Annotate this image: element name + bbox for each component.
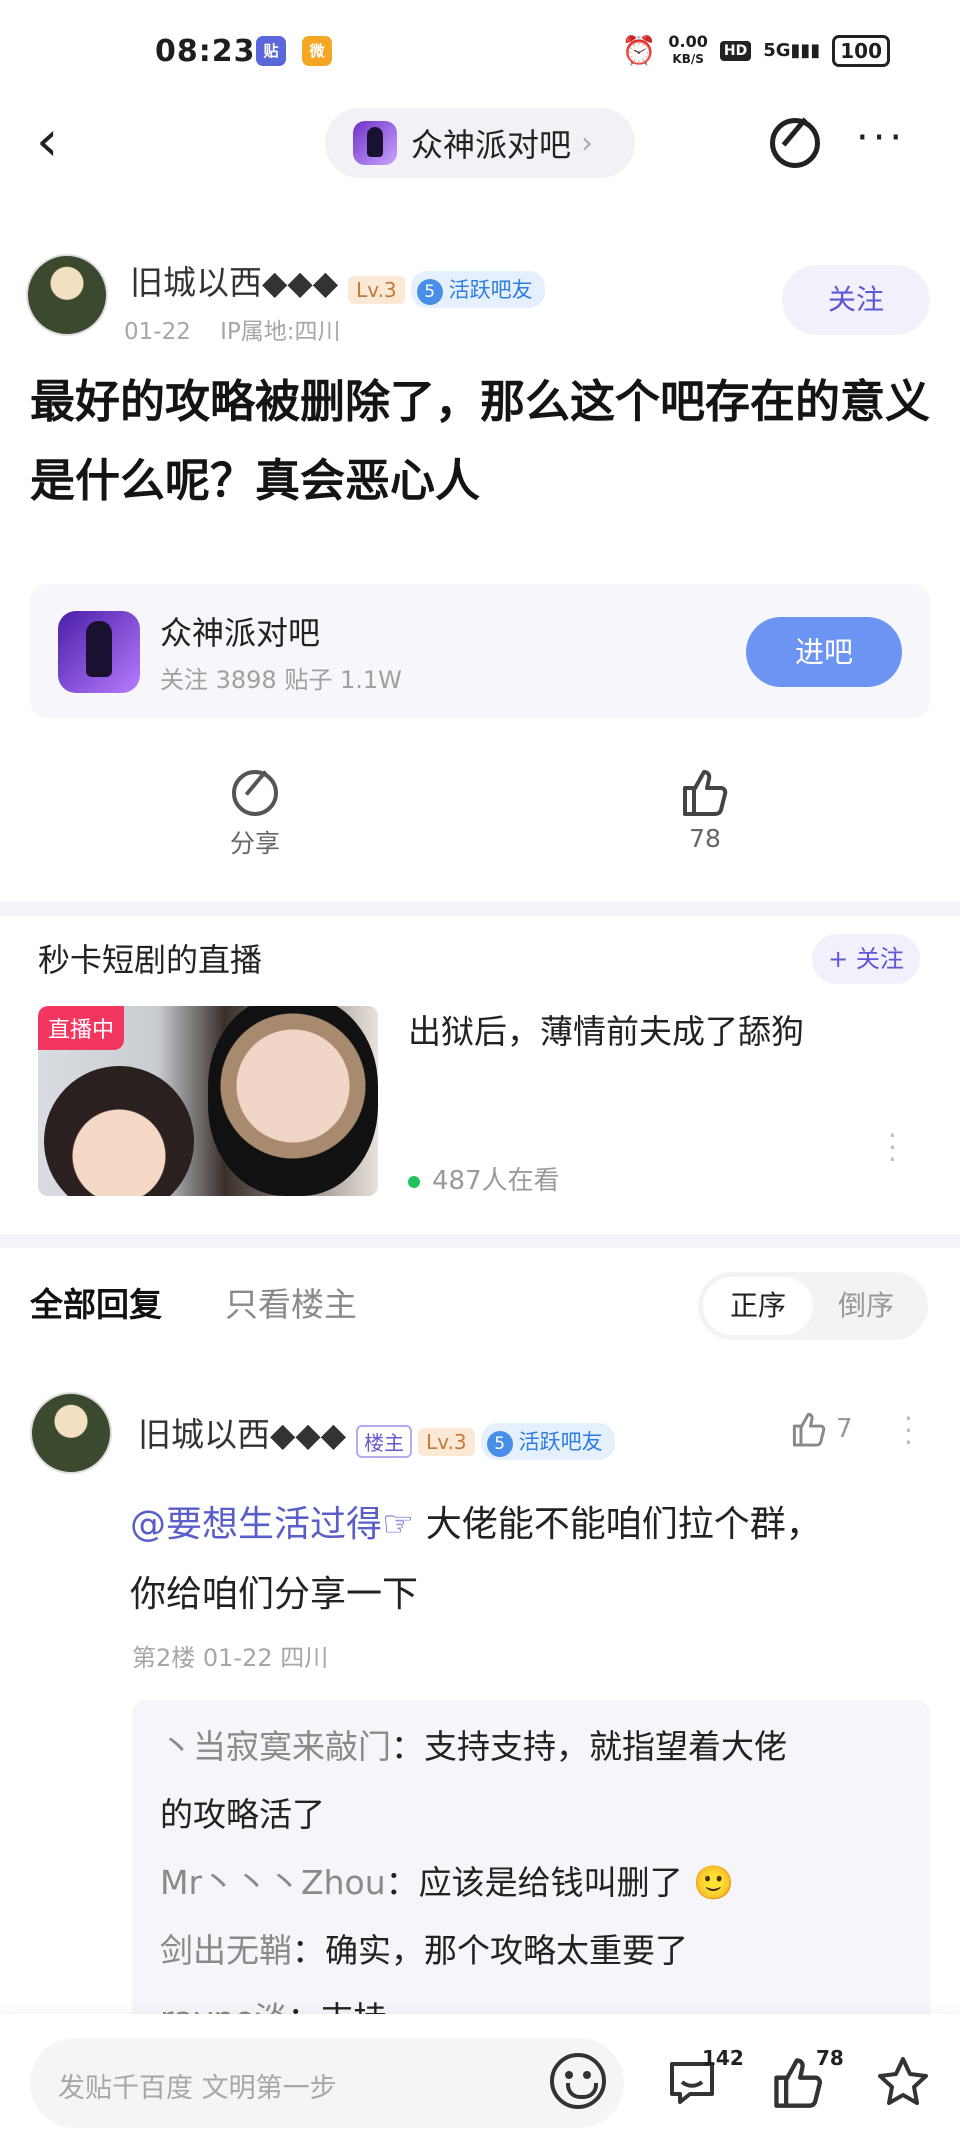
forum-avatar-icon <box>353 121 397 165</box>
sub-reply: Mr丶丶丶Zhou：应该是给钱叫删了 🙂 <box>160 1856 734 1904</box>
comment-input[interactable]: 发贴千百度 文明第一步 <box>30 2038 624 2128</box>
net-speed: 0.00 KB/S <box>668 34 707 67</box>
reply-like-count: 7 <box>836 1414 853 1444</box>
forum-card[interactable]: 众神派对吧 关注 3898 贴子 1.1W 进吧 <box>30 584 930 718</box>
active-member-badge: 5 活跃吧友 <box>410 271 545 308</box>
badge-number: 5 <box>416 279 443 305</box>
post-ip: IP属地:四川 <box>220 319 341 345</box>
author-name[interactable]: 旧城以西◆◆◆ <box>130 263 338 302</box>
like-action[interactable]: 78 <box>670 766 740 853</box>
more-icon[interactable]: ··· <box>856 118 906 158</box>
level-badge: Lv.3 <box>348 275 405 304</box>
reply-author-line: 旧城以西◆◆◆ 楼主 Lv.3 5 活跃吧友 <box>138 1408 615 1460</box>
battery-icon: 100 <box>832 34 890 67</box>
forum-card-name: 众神派对吧 <box>160 614 321 652</box>
live-viewers: 487人在看 <box>408 1160 560 1197</box>
bottom-like-count: 78 <box>816 2046 844 2070</box>
live-thumbnail[interactable]: 直播中 <box>38 1006 378 1196</box>
sub-replies[interactable]: 丶当寂寞来敲门：支持支持，就指望着大佬 的攻略活了 Mr丶丶丶Zhou：应该是给… <box>132 1700 930 2030</box>
sub-reply-text: 的攻略活了 <box>160 1795 325 1834</box>
net-speed-unit: KB/S <box>672 52 704 66</box>
sort-desc-button[interactable]: 倒序 <box>838 1277 894 1335</box>
forum-pill-name: 众神派对吧 <box>411 126 572 164</box>
comment-placeholder: 发贴千百度 文明第一步 <box>58 2073 337 2104</box>
signal-label: 5G <box>763 40 791 61</box>
reply-text: @要想生活过得☞ 大佬能不能咱们拉个群， 你给咱们分享一下 <box>130 1490 910 1630</box>
divider <box>0 902 960 916</box>
sub-reply: 剑出无鞘：确实，那个攻略太重要了 <box>160 1924 688 1972</box>
sub-reply-text: ：确实，那个攻略太重要了 <box>292 1931 688 1970</box>
enter-forum-button[interactable]: 进吧 <box>746 617 902 687</box>
star-icon <box>878 2057 928 2105</box>
author-name-line: 旧城以西◆◆◆ Lv.3 5 活跃吧友 <box>130 256 545 308</box>
badge-label: 活跃吧友 <box>448 278 533 302</box>
reply-meta: 第2楼 01-22 四川 <box>132 1644 329 1672</box>
reply-text-2: 你给咱们分享一下 <box>130 1574 419 1615</box>
divider <box>0 1234 960 1248</box>
reply-badge-number: 5 <box>486 1431 513 1457</box>
hd-icon: HD <box>719 40 752 61</box>
reply-author-avatar[interactable] <box>30 1392 112 1474</box>
reply-badge-label: 活跃吧友 <box>518 1430 603 1454</box>
sub-reply-text: ：应该是给钱叫删了 🙂 <box>385 1863 735 1902</box>
live-tag: 直播中 <box>38 1006 125 1050</box>
sub-reply: 丶当寂寞来敲门：支持支持，就指望着大佬 <box>160 1720 787 1768</box>
sub-reply-author[interactable]: 剑出无鞘 <box>160 1931 292 1970</box>
live-dot-icon <box>408 1175 420 1188</box>
sub-reply-author[interactable]: 丶当寂寞来敲门 <box>160 1727 391 1766</box>
thumbnail-person-2 <box>208 1006 378 1196</box>
share-icon <box>232 770 278 816</box>
forum-card-avatar <box>58 611 140 693</box>
weibo-app-icon: 微 <box>302 36 332 66</box>
live-follow-button[interactable]: + 关注 <box>812 934 920 984</box>
forum-pill[interactable]: 众神派对吧 › <box>325 108 635 178</box>
reply-more-icon[interactable]: · · · <box>904 1405 913 1457</box>
comment-count: 142 <box>702 2046 744 2070</box>
post-title: 最好的攻略被删除了，那么这个吧存在的意义是什么呢？真会恶心人 <box>30 375 931 507</box>
more-vertical-icon[interactable]: · · · <box>888 1122 897 1174</box>
tab-op-only[interactable]: 只看楼主 <box>225 1278 357 1326</box>
follow-button[interactable]: 关注 <box>782 265 930 335</box>
post-date: 01-22 <box>124 319 191 345</box>
tieba-app-icon: 贴 <box>256 36 286 66</box>
back-icon[interactable]: ‹ <box>36 112 76 172</box>
alarm-icon: ⏰ <box>621 34 657 67</box>
reply-like[interactable]: 7 <box>790 1410 853 1448</box>
like-count: 78 <box>689 824 721 853</box>
share-edit-icon[interactable] <box>770 118 820 168</box>
signal-icon: 5G▮▮▮ <box>763 40 821 61</box>
reply-active-badge: 5 活跃吧友 <box>480 1423 615 1460</box>
op-badge: 楼主 <box>356 1425 413 1458</box>
reply-text-1: 大佬能不能咱们拉个群， <box>414 1504 822 1545</box>
thumbs-up-icon <box>683 770 728 816</box>
sub-reply-author[interactable]: Mr丶丶丶Zhou <box>160 1863 386 1902</box>
net-speed-value: 0.00 <box>668 32 708 51</box>
author-avatar[interactable] <box>26 254 108 336</box>
share-label: 分享 <box>229 829 280 858</box>
reply-author-name[interactable]: 旧城以西◆◆◆ <box>138 1415 346 1454</box>
status-time: 08:23 <box>155 34 256 69</box>
tab-all-replies[interactable]: 全部回复 <box>30 1278 162 1326</box>
sub-reply-text: ：支持支持，就指望着大佬 <box>391 1727 787 1766</box>
sub-reply: 的攻略活了 <box>160 1788 325 1836</box>
reply-mention[interactable]: @要想生活过得☞ <box>130 1504 414 1545</box>
status-icons: ⏰ 0.00 KB/S HD 5G▮▮▮ 100 <box>622 34 890 67</box>
live-viewers-count: 487人在看 <box>432 1166 560 1196</box>
live-channel-name[interactable]: 秒卡短剧的直播 <box>38 935 262 981</box>
live-title[interactable]: 出狱后，薄情前夫成了舔狗 <box>408 1005 804 1053</box>
emoji-icon[interactable] <box>550 2053 606 2109</box>
thumbnail-person-1 <box>44 1066 194 1196</box>
share-action[interactable]: 分享 <box>220 770 290 860</box>
sort-toggle: 正序 倒序 <box>698 1272 928 1340</box>
chevron-right-icon: › <box>581 125 594 161</box>
forum-card-stats: 关注 3898 贴子 1.1W <box>160 666 402 694</box>
sort-asc-button[interactable]: 正序 <box>703 1277 813 1335</box>
post-meta: 01-22 IP属地:四川 <box>124 312 341 346</box>
favorite-star-icon[interactable] <box>874 2054 934 2114</box>
reply-thumbs-up-icon <box>792 1412 826 1447</box>
reply-level-badge: Lv.3 <box>418 1427 475 1456</box>
status-bar: 08:23 贴 微 ⏰ 0.00 KB/S HD 5G▮▮▮ 100 <box>0 0 960 110</box>
